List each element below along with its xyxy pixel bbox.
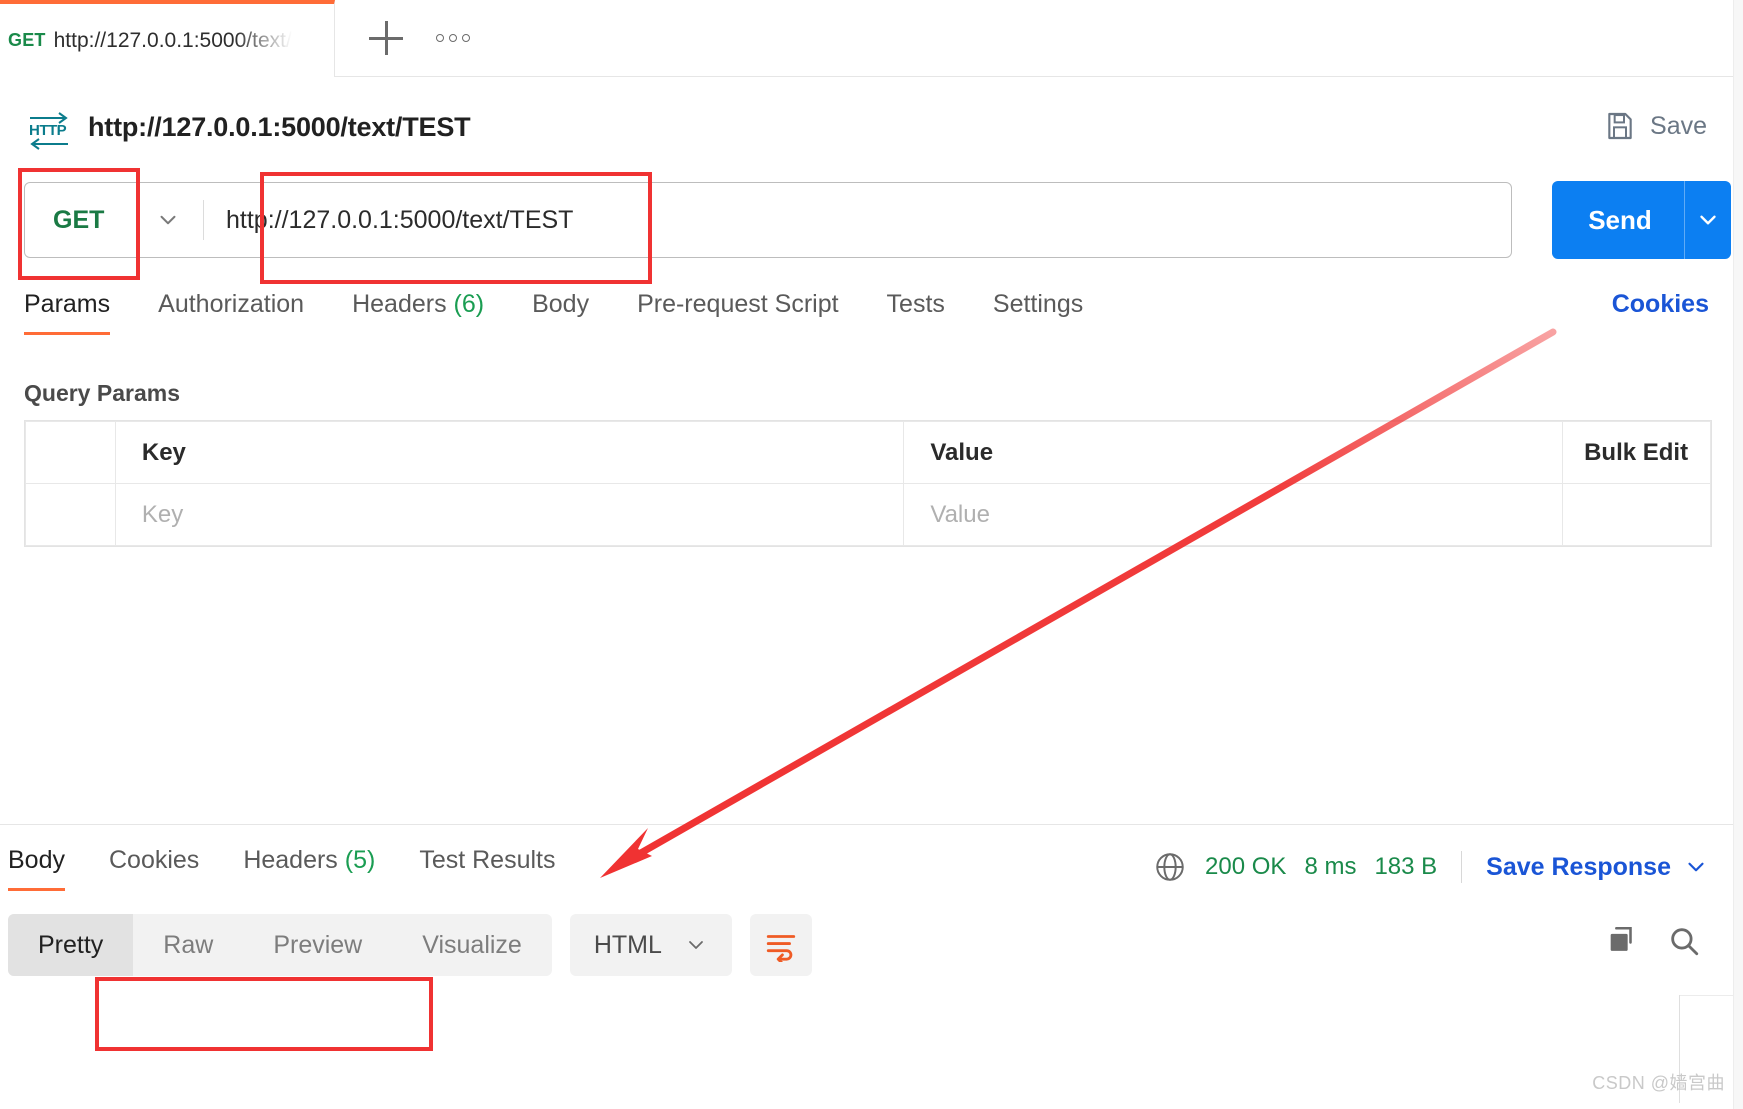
tab-strip: GET http://127.0.0.1:5000/text/ — [0, 0, 1743, 77]
response-tab-test-results-label: Test Results — [419, 846, 556, 874]
view-mode-preview[interactable]: Preview — [243, 914, 392, 976]
tab-pre-request-script[interactable]: Pre-request Script — [637, 290, 838, 335]
tab-body[interactable]: Body — [532, 290, 589, 335]
tab-headers-label: Headers — [352, 290, 447, 318]
view-mode-visualize[interactable]: Visualize — [392, 914, 552, 976]
chevron-down-icon — [1688, 862, 1704, 872]
search-icon — [1671, 928, 1699, 956]
save-response-button[interactable]: Save Response — [1486, 853, 1709, 882]
chevron-down-icon — [160, 215, 176, 225]
tab-tests[interactable]: Tests — [887, 290, 945, 335]
format-selector-label: HTML — [593, 930, 662, 959]
param-key-input[interactable]: Key — [114, 483, 905, 546]
status-badge: 200 OK — [1205, 853, 1287, 880]
chevron-down-icon — [689, 941, 703, 949]
copy-button[interactable] — [1605, 924, 1639, 958]
new-tab-button[interactable] — [358, 10, 414, 66]
tab-authorization-label: Authorization — [158, 290, 305, 318]
response-tab-headers[interactable]: Headers (5) — [243, 846, 375, 891]
row-spacer-cell — [1562, 483, 1711, 546]
response-tab-body-label: Body — [8, 846, 65, 874]
send-button-label: Send — [1588, 204, 1652, 235]
chevron-down-icon — [1700, 215, 1716, 225]
response-body-viewer[interactable]: 1 hello TEST — [0, 990, 1743, 1075]
url-input[interactable]: http://127.0.0.1:5000/text/TEST — [204, 183, 1511, 257]
response-tab-cookies[interactable]: Cookies — [109, 846, 199, 891]
tab-headers[interactable]: Headers (6) — [352, 290, 484, 335]
ellipsis-icon — [436, 34, 470, 42]
query-params-table: Key Value Bulk Edit Key Value — [24, 420, 1712, 547]
request-tabs: Params Authorization Headers (6) Body Pr… — [0, 290, 1743, 346]
column-header-key: Key — [114, 421, 905, 484]
response-tab-headers-count: (5) — [344, 846, 376, 874]
method-label: GET — [53, 205, 105, 234]
svg-text:HTTP: HTTP — [29, 122, 67, 139]
tab-tests-label: Tests — [886, 290, 945, 318]
page-title: http://127.0.0.1:5000/text/TEST — [88, 112, 471, 142]
floppy-disk-icon — [1608, 112, 1632, 140]
response-separator — [0, 824, 1743, 825]
send-button[interactable]: Send — [1552, 181, 1731, 259]
save-button-label: Save — [1650, 111, 1707, 140]
tab-settings-label: Settings — [992, 290, 1084, 318]
tab-settings[interactable]: Settings — [993, 290, 1083, 335]
view-mode-pretty[interactable]: Pretty — [8, 914, 134, 976]
tab-body-label: Body — [532, 290, 590, 318]
plus-icon — [369, 21, 403, 55]
tab-options-button[interactable] — [425, 10, 481, 66]
view-mode-raw[interactable]: Raw — [133, 914, 243, 976]
response-body-actions — [1605, 924, 1701, 958]
tab-params-label: Params — [24, 290, 111, 318]
method-selector[interactable]: GET — [25, 183, 203, 257]
param-value-input[interactable]: Value — [903, 483, 1564, 546]
url-bar: GET http://127.0.0.1:5000/text/TEST — [24, 182, 1512, 258]
table-header-row: Key Value Bulk Edit — [25, 421, 1711, 484]
bulk-edit-button[interactable]: Bulk Edit — [1562, 421, 1711, 484]
response-tabs: Body Cookies Headers (5) Test Results — [0, 846, 600, 891]
response-status-bar: 200 OK 8 ms 183 B Save Response — [1153, 850, 1709, 884]
column-header-checkbox — [25, 421, 116, 484]
tab-headers-count: (6) — [453, 290, 485, 318]
tab-method-label: GET — [8, 30, 46, 50]
row-checkbox-cell[interactable] — [25, 483, 116, 546]
word-wrap-button[interactable] — [749, 914, 812, 976]
request-tab-active[interactable]: GET http://127.0.0.1:5000/text/ — [0, 0, 335, 77]
right-rail — [1733, 0, 1743, 1109]
postman-window: GET http://127.0.0.1:5000/text/ HTTP htt… — [0, 0, 1743, 1109]
tab-pre-request-script-label: Pre-request Script — [637, 290, 839, 318]
response-body-toolbar: Pretty Raw Preview Visualize HTML — [8, 914, 812, 976]
send-options-button[interactable] — [1685, 207, 1731, 233]
cookies-link[interactable]: Cookies — [1612, 290, 1709, 319]
save-response-label: Save Response — [1486, 852, 1671, 881]
http-protocol-icon: HTTP — [29, 112, 68, 150]
view-mode-switch: Pretty Raw Preview Visualize — [8, 914, 552, 976]
tab-url-label: http://127.0.0.1:5000/text/ — [53, 28, 292, 52]
table-row: Key Value — [25, 483, 1711, 546]
search-button[interactable] — [1667, 924, 1701, 958]
watermark: CSDN @嫱宫曲 — [1592, 1073, 1725, 1093]
response-tab-cookies-label: Cookies — [108, 846, 200, 874]
format-selector[interactable]: HTML — [569, 914, 732, 976]
response-tab-body[interactable]: Body — [8, 846, 65, 891]
response-time: 8 ms — [1304, 853, 1357, 880]
save-button[interactable]: Save — [1604, 110, 1707, 142]
tab-authorization[interactable]: Authorization — [158, 290, 304, 335]
response-size: 183 B — [1374, 853, 1438, 880]
globe-icon — [1156, 853, 1184, 881]
query-params-title: Query Params — [24, 380, 180, 406]
tab-params[interactable]: Params — [24, 290, 111, 335]
response-tab-headers-label: Headers — [243, 846, 338, 874]
word-wrap-icon — [766, 935, 796, 962]
status-divider — [1461, 851, 1463, 883]
column-header-value: Value — [903, 421, 1564, 484]
response-tab-test-results[interactable]: Test Results — [419, 846, 555, 891]
copy-icon — [1610, 926, 1632, 951]
